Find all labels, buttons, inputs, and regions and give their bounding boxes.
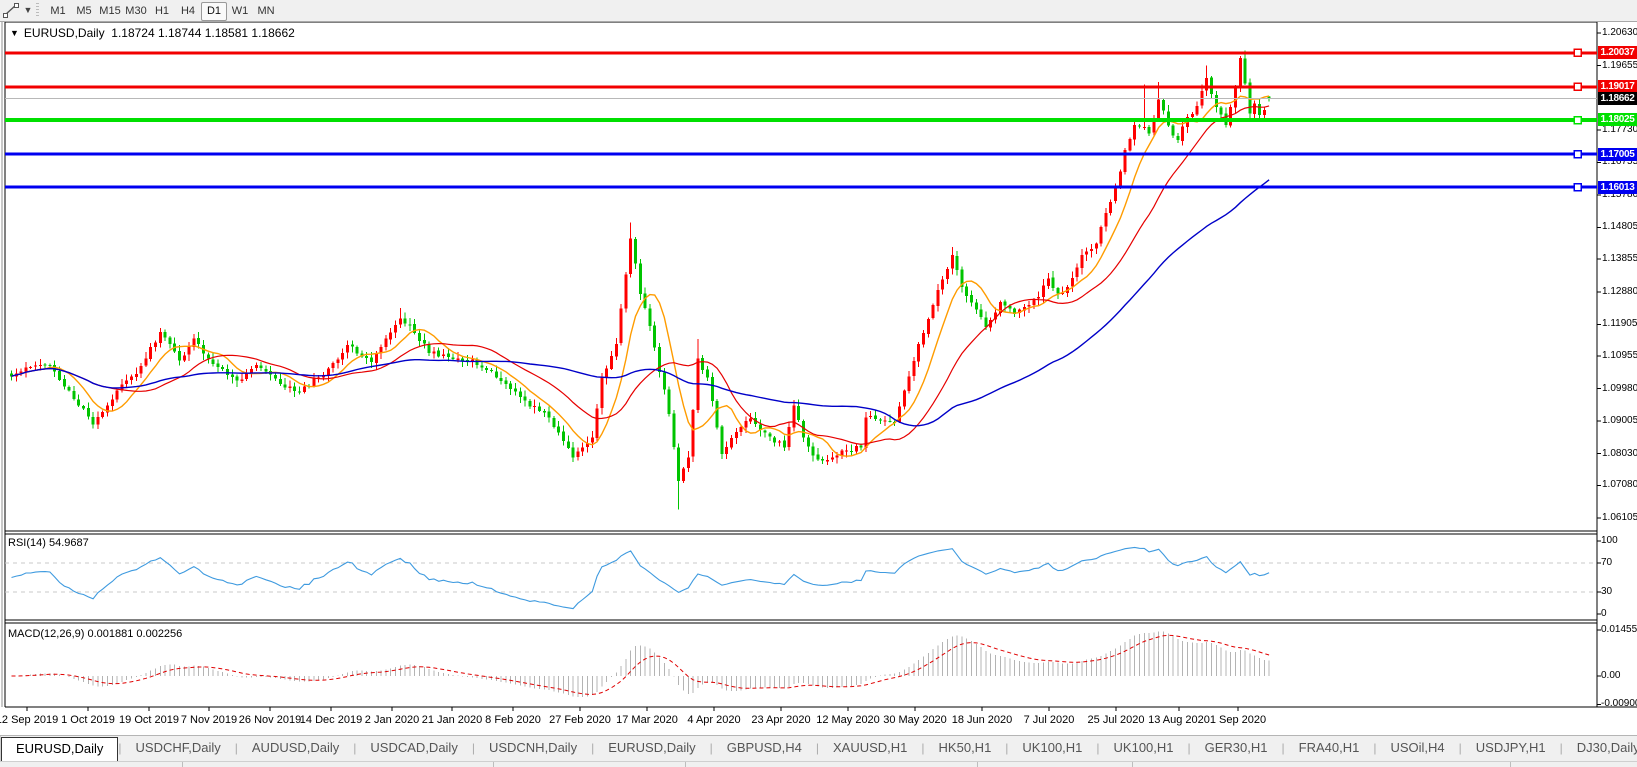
status-bar-divider: [977, 762, 978, 767]
price-level-badge: 1.18025: [1598, 113, 1637, 126]
macd-scale-label[interactable]: 0.014556: [1601, 624, 1637, 635]
timeframe-toolbar: ▼ M1M5M15M30H1H4D1W1MN: [0, 0, 1637, 22]
price-axis-tick-label[interactable]: 1.06105: [1602, 512, 1637, 523]
price-axis-tick-label[interactable]: 1.20630: [1602, 27, 1637, 38]
date-axis-label[interactable]: 7 Jul 2020: [1024, 714, 1075, 726]
macd-scale-label[interactable]: -0.00900: [1601, 698, 1637, 709]
price-axis-tick-label[interactable]: 1.09980: [1602, 383, 1637, 394]
macd-indicator-label: MACD(12,26,9) 0.001881 0.002256: [8, 628, 182, 640]
chart-tab-xauusd-h1[interactable]: XAUUSD,H1: [819, 736, 921, 761]
timeframe-button-m1[interactable]: M1: [45, 2, 71, 21]
date-axis-label[interactable]: 19 Oct 2019: [119, 714, 179, 726]
macd-scale-label[interactable]: 0.00: [1601, 670, 1620, 681]
date-axis-label[interactable]: 23 Apr 2020: [751, 714, 810, 726]
status-bar-divider: [182, 762, 183, 767]
timeframe-button-h1[interactable]: H1: [149, 2, 175, 21]
price-axis-tick-label[interactable]: 1.19655: [1602, 60, 1637, 71]
chart-tab-hk50-h1[interactable]: HK50,H1: [925, 736, 1006, 761]
timeframe-button-m5[interactable]: M5: [71, 2, 97, 21]
date-axis-label[interactable]: 17 Mar 2020: [616, 714, 678, 726]
chart-tab-bar: EURUSD,Daily|USDCHF,Daily|AUDUSD,Daily|U…: [0, 735, 1637, 761]
rsi-scale-label[interactable]: 30: [1601, 586, 1612, 597]
price-axis-tick-label[interactable]: 1.10955: [1602, 350, 1637, 361]
price-axis-tick-label[interactable]: 1.11905: [1602, 318, 1637, 329]
price-level-badge: 1.20037: [1598, 46, 1637, 59]
date-axis-label[interactable]: 25 Jul 2020: [1088, 714, 1145, 726]
date-axis-label[interactable]: 12 Sep 2019: [0, 714, 58, 726]
timeframe-button-w1[interactable]: W1: [227, 2, 253, 21]
chart-tab-usdjpy-h1[interactable]: USDJPY,H1: [1462, 736, 1560, 761]
price-axis-tick-label[interactable]: 1.09005: [1602, 415, 1637, 426]
chart-title-caret-icon: ▼: [10, 28, 19, 38]
chart-tab-dj30-daily[interactable]: DJ30,Daily: [1563, 736, 1637, 761]
trading-terminal: ▼ M1M5M15M30H1H4D1W1MN ▼ EURUSD,Daily 1.1…: [0, 0, 1637, 767]
chart-tab-eurusd-daily[interactable]: EURUSD,Daily: [594, 736, 709, 761]
date-axis-label[interactable]: 14 Dec 2019: [300, 714, 362, 726]
toolbar-drag-handle[interactable]: [36, 3, 39, 18]
date-axis-label[interactable]: 12 May 2020: [816, 714, 880, 726]
chart-tab-audusd-daily[interactable]: AUDUSD,Daily: [238, 736, 353, 761]
date-axis-label[interactable]: 4 Apr 2020: [687, 714, 740, 726]
chart-canvas[interactable]: [0, 0, 1637, 767]
price-axis-tick-label[interactable]: 1.13855: [1602, 253, 1637, 264]
chart-tab-eurusd-daily[interactable]: EURUSD,Daily: [1, 737, 118, 761]
status-bar: [0, 761, 1637, 767]
price-axis-tick-label[interactable]: 1.07080: [1602, 479, 1637, 490]
timeframe-button-h4[interactable]: H4: [175, 2, 201, 21]
status-bar-divider: [1132, 762, 1133, 767]
current-price-badge: 1.18662: [1598, 92, 1637, 105]
date-axis-label[interactable]: 7 Nov 2019: [181, 714, 237, 726]
status-bar-divider: [685, 762, 686, 767]
chart-tab-usdcad-daily[interactable]: USDCAD,Daily: [356, 736, 471, 761]
chart-tab-gbpusd-h4[interactable]: GBPUSD,H4: [713, 736, 816, 761]
date-axis-label[interactable]: 13 Aug 2020: [1148, 714, 1210, 726]
chart-tab-uk100-h1[interactable]: UK100,H1: [1008, 736, 1096, 761]
toolbar-dropdown-caret-icon[interactable]: ▼: [22, 2, 34, 19]
chart-ohlc-values: 1.18724 1.18744 1.18581 1.18662: [111, 26, 295, 40]
date-axis-label[interactable]: 18 Jun 2020: [952, 714, 1013, 726]
date-axis-label[interactable]: 26 Nov 2019: [239, 714, 301, 726]
chart-symbol-label: EURUSD,Daily: [24, 26, 105, 40]
chart-title: ▼ EURUSD,Daily 1.18724 1.18744 1.18581 1.…: [10, 26, 295, 40]
rsi-scale-label[interactable]: 0: [1601, 608, 1607, 619]
timeframe-button-m30[interactable]: M30: [123, 2, 149, 21]
price-axis-tick-label[interactable]: 1.12880: [1602, 286, 1637, 297]
chart-tab-fra40-h1[interactable]: FRA40,H1: [1285, 736, 1374, 761]
date-axis-label[interactable]: 1 Oct 2019: [61, 714, 115, 726]
price-axis-tick-label[interactable]: 1.08030: [1602, 448, 1637, 459]
chart-tab-ger30-h1[interactable]: GER30,H1: [1191, 736, 1282, 761]
status-bar-divider: [1510, 762, 1511, 767]
price-level-badge: 1.17005: [1598, 148, 1637, 161]
timeframe-button-m15[interactable]: M15: [97, 2, 123, 21]
chart-tab-usdcnh-daily[interactable]: USDCNH,Daily: [475, 736, 591, 761]
timeframe-button-d1[interactable]: D1: [201, 2, 227, 21]
date-axis-label[interactable]: 1 Sep 2020: [1210, 714, 1266, 726]
status-bar-divider: [493, 762, 494, 767]
chart-tab-uk100-h1[interactable]: UK100,H1: [1100, 736, 1188, 761]
macd-histogram: [12, 631, 1270, 697]
rsi-scale-label[interactable]: 100: [1601, 535, 1618, 546]
date-axis-label[interactable]: 2 Jan 2020: [365, 714, 419, 726]
timeframe-button-mn[interactable]: MN: [253, 2, 279, 21]
rsi-line: [12, 547, 1270, 608]
price-level-lines: [5, 49, 1597, 190]
chart-tab-usoil-h4[interactable]: USOil,H4: [1376, 736, 1458, 761]
line-studies-icon[interactable]: [2, 2, 20, 19]
date-axis-label[interactable]: 27 Feb 2020: [549, 714, 611, 726]
date-axis-label[interactable]: 8 Feb 2020: [485, 714, 541, 726]
rsi-indicator-label: RSI(14) 54.9687: [8, 537, 89, 549]
chart-tab-usdchf-daily[interactable]: USDCHF,Daily: [122, 736, 235, 761]
date-axis-label[interactable]: 30 May 2020: [883, 714, 947, 726]
rsi-scale-label[interactable]: 70: [1601, 557, 1612, 568]
price-axis-tick-label[interactable]: 1.14805: [1602, 221, 1637, 232]
price-level-badge: 1.16013: [1598, 181, 1637, 194]
date-axis-label[interactable]: 21 Jan 2020: [422, 714, 483, 726]
